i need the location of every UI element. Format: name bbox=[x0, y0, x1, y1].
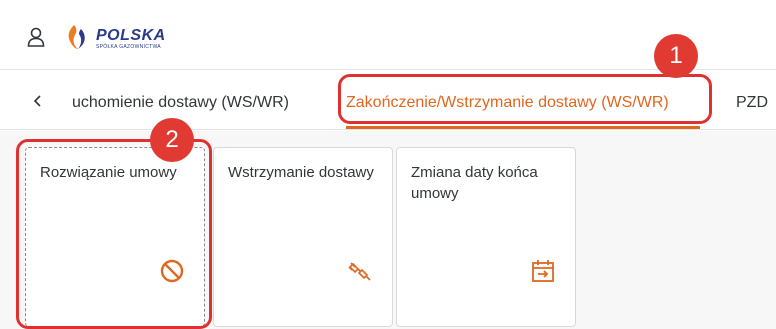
active-tab-indicator bbox=[346, 126, 700, 129]
tab-pzd[interactable]: PZD bbox=[736, 94, 768, 112]
user-icon[interactable] bbox=[27, 27, 45, 47]
logo-text: POLSKA bbox=[96, 27, 166, 44]
highlight-box-tile bbox=[16, 139, 212, 329]
logo-flame-icon bbox=[68, 25, 85, 49]
unplug-icon bbox=[348, 262, 371, 281]
calendar-arrow-icon bbox=[532, 260, 554, 282]
tile-zmiana-daty-konca-umowy[interactable]: Zmiana daty końca umowy bbox=[396, 147, 576, 327]
logo-subtext: SPÓŁKA GAZOWNICTWA bbox=[96, 44, 161, 50]
tile-wstrzymanie-dostawy[interactable]: Wstrzymanie dostawy bbox=[213, 147, 393, 327]
highlight-box-tab bbox=[338, 74, 712, 124]
step-marker-1: 1 bbox=[654, 34, 698, 78]
tab-uruchomienie-dostawy[interactable]: uchomienie dostawy (WS/WR) bbox=[72, 94, 289, 112]
tile-title: Wstrzymanie dostawy bbox=[228, 164, 374, 181]
step-marker-2: 2 bbox=[150, 118, 194, 162]
tile-title: Zmiana daty końca umowy bbox=[411, 164, 538, 202]
chevron-left-icon[interactable] bbox=[32, 94, 44, 108]
